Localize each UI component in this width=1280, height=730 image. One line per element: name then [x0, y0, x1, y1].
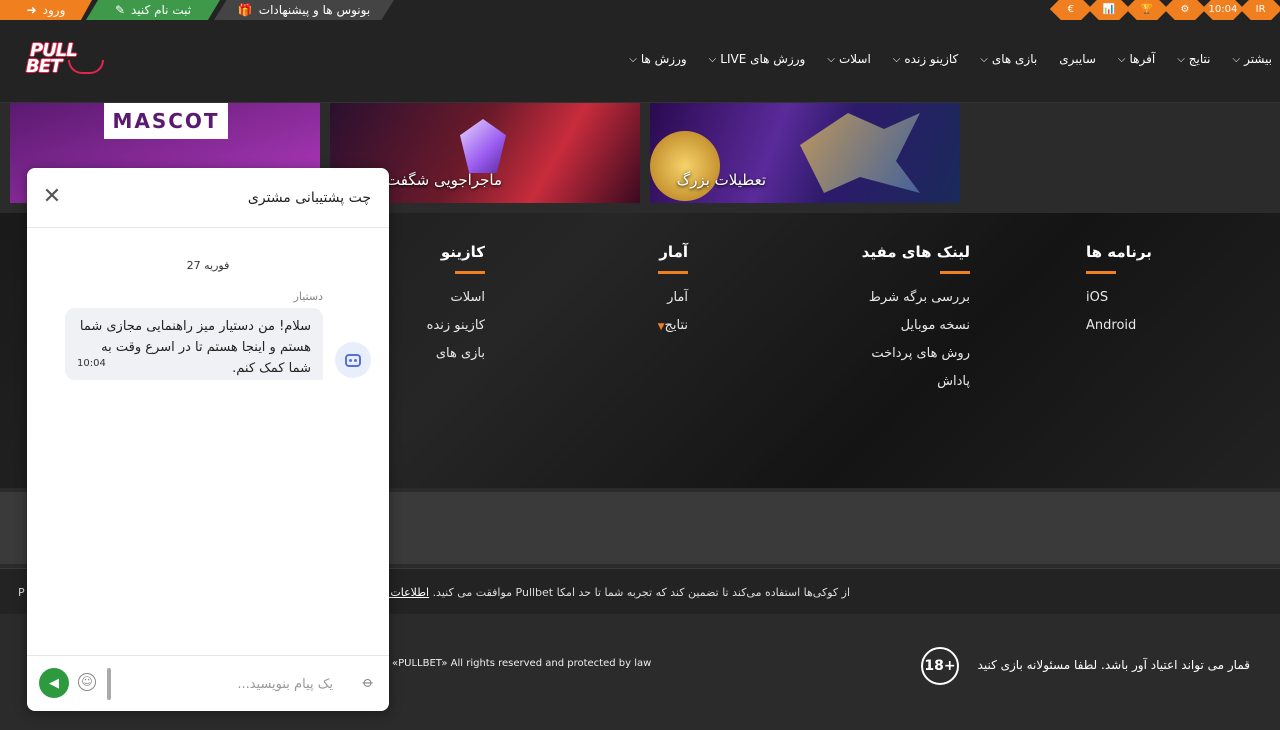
footer-col-useful: لینک های مفید بررسی برگه شرط نسخه موبایل… — [862, 243, 970, 402]
footer-link[interactable]: پاداش — [862, 374, 970, 389]
chevron-down-icon: ⌵ — [892, 53, 901, 65]
nav-live-sports[interactable]: LIVE ورزش های ⌵ — [709, 52, 806, 66]
age-18-badge: 18+ — [921, 647, 959, 685]
chevron-down-icon: ⌵ — [1232, 53, 1241, 65]
nav-offers[interactable]: آفرها ⌵ — [1118, 52, 1155, 66]
nav-more[interactable]: بیشتر ⌵ — [1232, 52, 1272, 66]
register-button[interactable]: ✎ ثبت نام کنید — [86, 0, 220, 20]
coin-image — [650, 131, 720, 201]
login-button[interactable]: ➜ ورود — [0, 0, 92, 20]
chevron-down-icon: ⌵ — [1177, 53, 1185, 65]
footer-heading: لینک های مفید — [861, 243, 970, 261]
footer-link[interactable]: اسلات — [427, 290, 486, 305]
message-time: 10:04 — [77, 358, 106, 369]
login-icon: ➜ — [26, 3, 37, 17]
footer-heading: آمار — [659, 243, 688, 261]
attach-icon[interactable]: ⌀ — [359, 672, 378, 691]
copyright-text: «PULLBET» All rights reserved and protec… — [392, 658, 652, 669]
register-label: ثبت نام کنید — [131, 3, 192, 17]
banner-title: تعطیلات بزرگ — [676, 171, 766, 189]
login-label: ورود — [42, 3, 66, 17]
send-icon: ◀ — [49, 675, 59, 691]
footer-col-stats: آمار آمار ▼نتایج — [654, 243, 688, 346]
footer-link[interactable]: آمار — [654, 290, 688, 305]
nav-sports[interactable]: ورزش ها ⌵ — [629, 52, 686, 66]
chevron-down-icon: ⌵ — [629, 53, 637, 65]
chevron-down-icon: ⌵ — [1117, 53, 1126, 65]
edit-icon: ✎ — [114, 3, 125, 17]
banner-holiday[interactable]: تعطیلات بزرگ — [650, 103, 960, 203]
chevron-down-icon: ⌵ — [708, 53, 717, 65]
blade-image — [800, 113, 920, 193]
main-nav: بیشتر ⌵ نتایج ⌵ آفرها ⌵ سایبری بازی های ⌵ کا… — [629, 52, 1272, 66]
gift-icon: 🎁 — [237, 3, 253, 17]
footer-heading: برنامه ها — [1086, 243, 1152, 261]
close-icon[interactable]: ✕ — [41, 186, 63, 208]
banner-title: ماجراجویی شگفت — [386, 171, 502, 189]
chat-header: ✕ چت پشتیبانی مشتری — [27, 168, 389, 228]
nav-live-casino[interactable]: کازینو زنده ⌵ — [893, 52, 958, 66]
chat-composer: ◀ ☺ ⌀ — [27, 655, 389, 711]
bonus-button[interactable]: 🎁 بونوس ها و پیشنهادات — [214, 0, 394, 20]
footer-link-android[interactable]: Android — [1086, 318, 1152, 333]
footer-col-casino: کازینو اسلات کازینو زنده بازی های — [427, 243, 485, 374]
message-input[interactable] — [123, 670, 333, 698]
footer-link[interactable]: روش های پرداخت — [862, 346, 970, 361]
footer-link-ios[interactable]: iOS — [1086, 290, 1152, 305]
footer-link[interactable]: بررسی برگه شرط — [862, 290, 970, 305]
responsible-gambling-text: قمار می تواند اعتیاد آور باشد. لطفا مسئو… — [977, 658, 1250, 672]
top-bar: ➜ ورود ✎ ثبت نام کنید 🎁 بونوس ها و پیشنه… — [0, 0, 1280, 31]
nav-slots[interactable]: اسلات ⌵ — [827, 52, 870, 66]
bonus-label: بونوس ها و پیشنهادات — [258, 3, 371, 17]
pullbet-logo[interactable]: PULL BET — [24, 38, 108, 80]
chevron-down-icon: ⌵ — [827, 53, 835, 65]
chat-message: سلام! من دستیار میز راهنمایی مجازی شما ه… — [65, 308, 323, 380]
support-chat-window: ✕ چت پشتیبانی مشتری 27 فوریه دستیار سلام… — [27, 168, 389, 711]
main-header: PULL BET بیشتر ⌵ نتایج ⌵ آفرها ⌵ سایبری باز… — [0, 20, 1280, 103]
footer-link[interactable]: نسخه موبایل — [862, 318, 970, 333]
footer-link-results[interactable]: ▼نتایج — [654, 318, 688, 333]
composer-divider — [107, 668, 111, 700]
nav-results[interactable]: نتایج ⌵ — [1177, 52, 1210, 66]
footer-col-apps: برنامه ها iOS Android — [1086, 243, 1152, 346]
robot-icon — [345, 353, 361, 367]
chevron-down-icon: ⌵ — [980, 53, 988, 65]
message-sender: دستیار — [293, 290, 323, 303]
send-button[interactable]: ◀ — [39, 668, 69, 698]
mascot-logo: MASCOT — [104, 103, 228, 139]
footer-heading: کازینو — [440, 243, 485, 261]
emoji-icon[interactable]: ☺ — [78, 673, 96, 691]
gem-image — [460, 119, 506, 173]
chat-date: 27 فوریه — [186, 259, 230, 272]
chat-title: چت پشتیبانی مشتری — [247, 190, 371, 206]
footer-link[interactable]: کازینو زنده — [427, 318, 485, 333]
bot-avatar — [335, 342, 371, 378]
footer-link[interactable]: بازی های — [427, 346, 485, 361]
nav-esports[interactable]: سایبری — [1059, 52, 1096, 66]
nav-games[interactable]: بازی های ⌵ — [980, 52, 1037, 66]
